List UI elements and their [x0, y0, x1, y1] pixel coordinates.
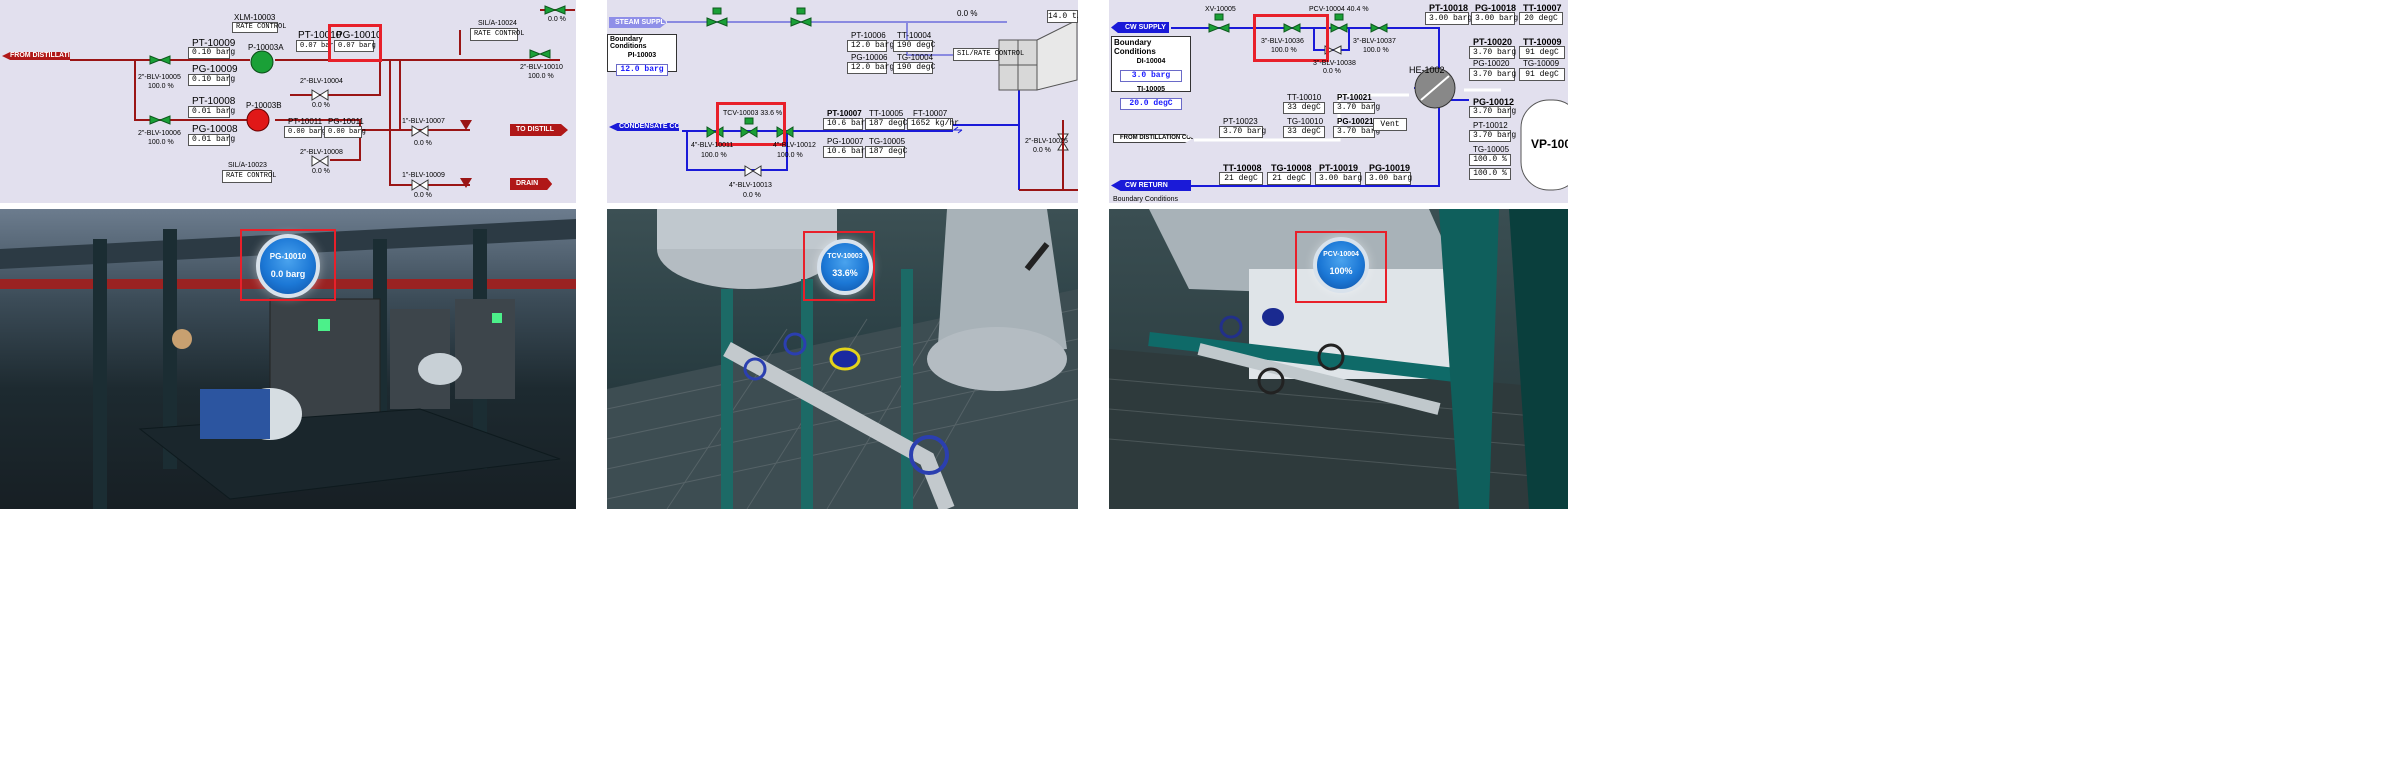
valve-v5-label: 1"-BLV-10007 — [402, 118, 445, 125]
tt-10010-value: 33 degC — [1283, 102, 1325, 114]
valve-v6-pct: 0.0 % — [414, 192, 432, 199]
highlight-gauge-2 — [803, 231, 875, 301]
vp-label: VP-100 — [1531, 137, 1568, 151]
pt-10019-value: 3.00 barg — [1315, 172, 1362, 185]
bc-title: Boundary Conditions — [610, 36, 647, 50]
from-distillation-flag[interactable]: FROM DISTILLATION COLUMN — [2, 52, 70, 60]
vent-button[interactable]: Vent — [1373, 118, 1407, 131]
highlight-blv-10036 — [1253, 14, 1329, 62]
rate-control-box-1[interactable]: RATE CONTROL — [232, 22, 286, 33]
pt-10008-value: 0.01 barg — [188, 106, 235, 118]
pg-10019-value: 3.00 barg — [1365, 172, 1412, 185]
scene-cooling: PCV-10004 100% — [1109, 209, 1568, 509]
pump-b-label: P-10003B — [246, 101, 282, 110]
pg-10008-value: 0.01 barg — [188, 134, 235, 146]
bc-cw-tag1: DI-10004 — [1136, 58, 1166, 65]
hmi-panel-pumps: FROM DISTILLATION COLUMN PT-10009 0.10 b… — [0, 0, 576, 203]
valve-v3-label: 2"-BLV-10004 — [300, 78, 343, 85]
pg-10006-value: 12.0 barg — [847, 62, 894, 74]
to-distill-flag[interactable]: TO DISTILL — [510, 124, 568, 136]
tt-10005-value: 187 degC — [865, 118, 907, 130]
valve-4-10013-pct: 0.0 % — [743, 192, 761, 199]
tt-10004-value: 190 degC — [893, 40, 935, 52]
boundary-conditions-cw: Boundary Conditions DI-10004 3.0 barg TI… — [1111, 36, 1191, 110]
pg-10021-value: 3.70 barg — [1333, 126, 1380, 138]
pt-10021-value: 3.70 barg — [1333, 102, 1380, 114]
tg-10008-value: 21 degC — [1267, 172, 1311, 185]
pt-10023-value: 3.70 barg — [1219, 126, 1266, 138]
tt-10008-value: 21 degC — [1219, 172, 1263, 185]
pt-10006-value: 12.0 barg — [847, 40, 894, 52]
pg-10007-value: 10.6 barg — [823, 146, 870, 158]
bc-cw-pressure[interactable]: 3.0 barg — [1120, 70, 1182, 82]
pg-10020-value: 3.70 barg — [1469, 68, 1516, 81]
scene-steam: TCV-10003 33.6% — [607, 209, 1078, 509]
cw-supply-flag[interactable]: CW SUPPLY — [1111, 22, 1169, 33]
pg-10018-value: 3.00 barg — [1471, 12, 1518, 25]
tg-vp-value: 100.0 % — [1469, 154, 1511, 166]
top-pct: 0.0 % — [957, 9, 978, 18]
hx-label: HE-1002 — [1409, 65, 1445, 75]
pt-10007-value: 10.6 barg — [823, 118, 870, 130]
bc-cw-temp[interactable]: 20.0 degC — [1120, 98, 1182, 110]
bc-bottom-label: Boundary Conditions — [1113, 196, 1178, 203]
pt-10018-value: 3.00 barg — [1425, 12, 1472, 25]
condensate-flag[interactable]: CONDENSATE COLLECTION — [609, 123, 679, 131]
highlight-pg-10010 — [328, 24, 382, 62]
rate-control-steam[interactable]: SIL/RATE CONTROL — [953, 48, 1024, 61]
valve-v6-label: 1"-BLV-10009 — [402, 172, 445, 179]
valve-v7-pct: 100.0 % — [528, 73, 554, 80]
valve-4-10011-pct: 100.0 % — [701, 152, 727, 159]
pg-10012-value: 3.70 barg — [1469, 106, 1516, 118]
steam-piping-diagram — [667, 7, 1078, 191]
valve-v5-pct: 0.0 % — [414, 140, 432, 147]
tg-10004-value: 190 degC — [893, 62, 935, 74]
hmi-panel-cooling: CW SUPPLY Boundary Conditions DI-10004 3… — [1109, 0, 1568, 203]
flow-corner-value: 14.0 t/h — [1047, 10, 1078, 23]
hmi-panel-steam: STEAM SUPPLY Boundary Conditions PI-1000… — [607, 0, 1078, 203]
highlight-gauge-3 — [1295, 231, 1387, 303]
pg-10009-value: 0.10 barg — [188, 74, 235, 86]
steam-supply-flag[interactable]: STEAM SUPPLY — [609, 17, 667, 28]
valve-v8-pct: 0.0 % — [548, 16, 566, 23]
tg-10005-value: 187 degC — [865, 146, 907, 158]
boundary-conditions-steam: Boundary Conditions PI-10003 12.0 barg — [607, 34, 677, 76]
valve-2-10025-pct: 0.0 % — [1033, 147, 1051, 154]
tg-10009-value: 91 degC — [1519, 68, 1565, 81]
valve-v4-label: 2"-BLV-10008 — [300, 149, 343, 156]
bc-steam-pressure[interactable]: 12.0 barg — [616, 64, 668, 76]
valve-v1-pct: 100.0 % — [148, 83, 174, 90]
valve-v4-pct: 0.0 % — [312, 168, 330, 175]
valve-3-10038-pct: 0.0 % — [1323, 68, 1341, 75]
rate-control-box-3[interactable]: RATE CONTROL — [222, 170, 276, 183]
valve-v2-pct: 100.0 % — [148, 139, 174, 146]
valve-4-10012-pct: 100.0 % — [777, 152, 803, 159]
bc-cw-tag2: TI-10005 — [1136, 86, 1166, 93]
cw-return-flag[interactable]: CW RETURN — [1111, 180, 1191, 191]
pt-10009-value: 0.10 barg — [188, 47, 235, 59]
pt-10012-value: 3.70 barg — [1469, 130, 1516, 142]
highlight-gauge-1 — [240, 229, 336, 301]
valve-v3-pct: 0.0 % — [312, 102, 330, 109]
bc-cw-title: Boundary Conditions — [1114, 38, 1156, 56]
tg-10010-value: 33 degC — [1283, 126, 1325, 138]
xv-10005-label: XV-10005 — [1205, 6, 1236, 13]
pump-a-label: P-10003A — [248, 43, 284, 52]
pt-10011-value: 0.00 barg — [284, 126, 326, 138]
valve-3-10037-pct: 100.0 % — [1363, 47, 1389, 54]
pt-10010-value: 0.07 barg — [296, 40, 338, 52]
pg-10011-value: 0.00 barg — [324, 126, 366, 138]
bc-tag: PI-10003 — [627, 52, 657, 59]
from-distillation-flag-cw[interactable]: FROM DISTILLATION COLUMN — [1113, 134, 1193, 143]
tg-vp-value-2: 100.0 % — [1469, 168, 1511, 180]
tt-10007-value: 20 degC — [1519, 12, 1563, 25]
drain-flag[interactable]: DRAIN — [510, 178, 553, 190]
pcv-10004-label: PCV-10004 40.4 % — [1309, 6, 1369, 13]
scene-pumps: PG-10010 0.0 barg — [0, 209, 576, 509]
ft-10007-value: 1652 kg/hr — [907, 118, 959, 130]
rate-control-box-2[interactable]: RATE CONTROL — [470, 28, 524, 41]
